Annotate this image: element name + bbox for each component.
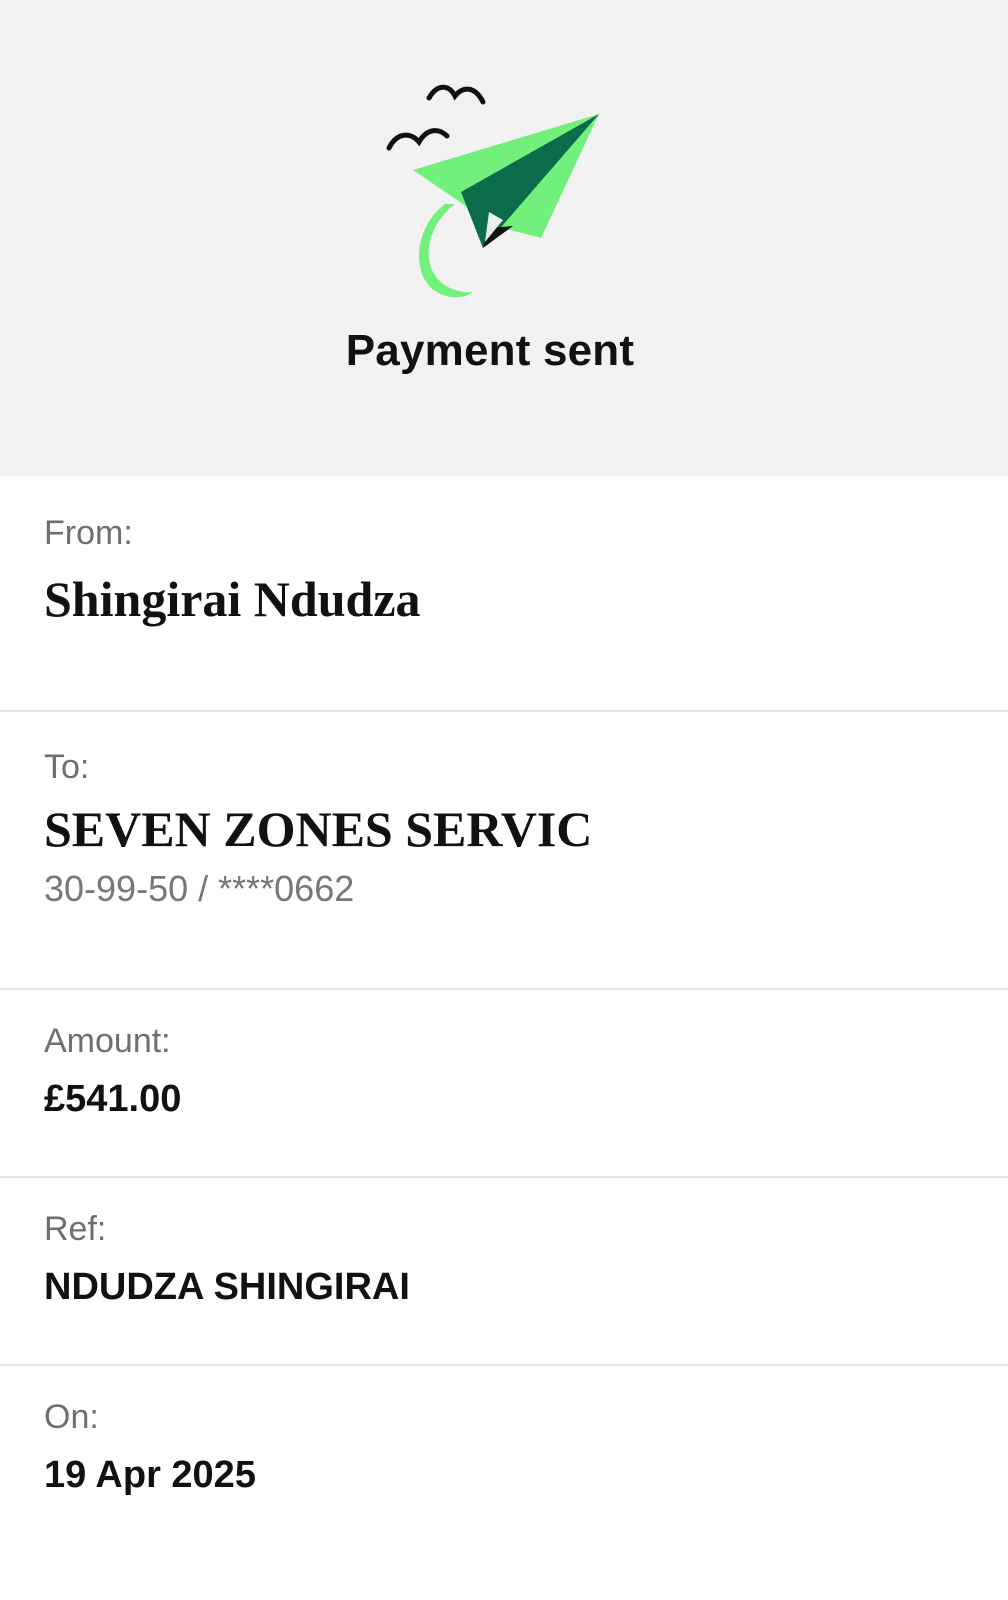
payment-details-card: From: Shingirai Ndudza To: SEVEN ZONES S… [0,476,1008,1600]
to-label: To: [44,748,90,786]
page-title: Payment sent [345,326,635,375]
on-label: On: [44,1398,99,1436]
from-label: From: [44,514,133,552]
amount-value: £541.00 [44,1078,182,1120]
swoosh-icon [419,204,473,298]
on-value: 19 Apr 2025 [44,1454,256,1496]
paper-plane-icon [386,84,599,298]
payment-header: Payment sent [0,0,1008,476]
ref-label: Ref: [44,1210,107,1248]
to-value: SEVEN ZONES SERVIC [44,801,593,857]
to-section: To: SEVEN ZONES SERVIC 30-99-50 / ****06… [0,712,1008,982]
from-section: From: Shingirai Ndudza [0,476,1008,710]
from-value: Shingirai Ndudza [44,571,421,627]
ref-section: Ref: NDUDZA SHINGIRAI [0,1178,1008,1364]
bird-icon [386,128,450,151]
ref-value: NDUDZA SHINGIRAI [44,1266,410,1308]
bird-icon [426,84,486,105]
to-account-number: 30-99-50 / ****0662 [44,868,355,909]
on-section: On: 19 Apr 2025 [0,1366,1008,1600]
amount-section: Amount: £541.00 [0,990,1008,1176]
amount-label: Amount: [44,1022,171,1060]
